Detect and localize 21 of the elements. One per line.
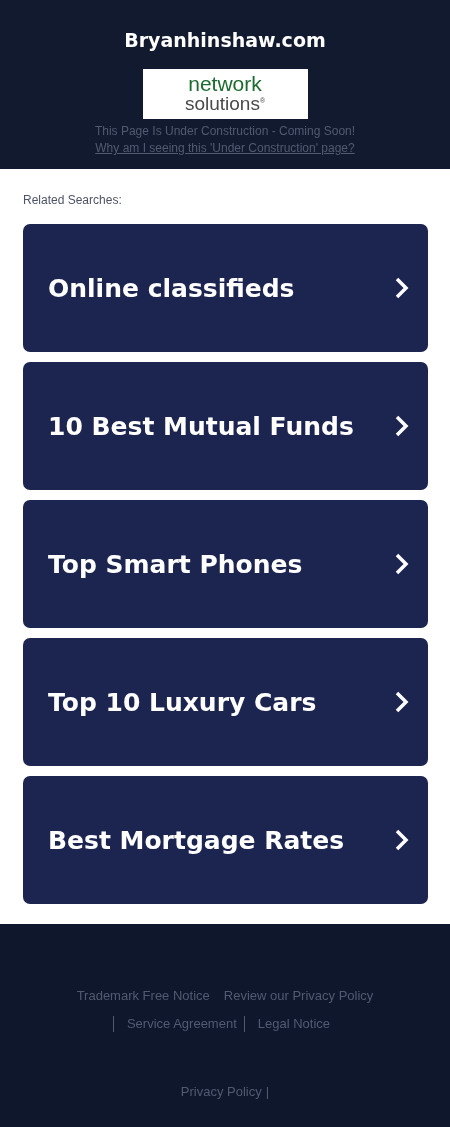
- info-link[interactable]: Why am I seeing this 'Under Construction' page?: [95, 141, 355, 155]
- footer-link[interactable]: Trademark Free Notice: [69, 988, 217, 1004]
- chevron-icon: [394, 829, 410, 851]
- footer-link[interactable]: Review our Privacy Policy: [216, 988, 381, 1004]
- chevron-icon: [394, 277, 410, 299]
- footer-link[interactable]: Legal Notice: [243, 1016, 338, 1032]
- separator: |: [265, 1084, 270, 1099]
- privacy-link[interactable]: Privacy Policy: [180, 1084, 262, 1099]
- chevron-icon: [394, 553, 410, 575]
- search-card[interactable]: Top Smart Phones: [23, 500, 428, 628]
- search-card[interactable]: 10 Best Mutual Funds: [23, 362, 428, 490]
- construction-notice: This Page Is Under Construction - Coming Soon!: [94, 124, 356, 138]
- chevron-icon: [394, 415, 410, 437]
- related-searches-label: Related Searches:: [23, 193, 122, 207]
- logo: network solutions$^{®}$: [142, 69, 308, 119]
- search-card[interactable]: Best Mortgage Rates: [23, 776, 428, 904]
- search-card[interactable]: Online classifieds: [23, 224, 428, 352]
- chevron-icon: [394, 691, 410, 713]
- footer-link[interactable]: Service Agreement: [112, 1016, 244, 1032]
- site-title: Bryanhinshaw.com: [124, 28, 326, 52]
- search-card[interactable]: Top 10 Luxury Cars: [23, 638, 428, 766]
